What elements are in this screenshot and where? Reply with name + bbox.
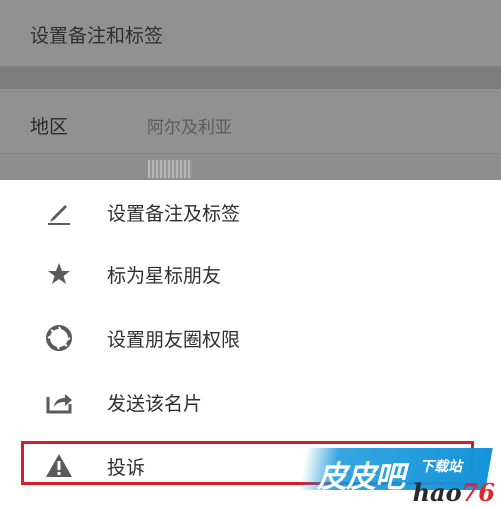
menu-item-moments-permission[interactable]: 设置朋友圈权限 [0, 306, 501, 370]
remark-row: 设置备注和标签 [0, 0, 501, 67]
warning-icon [44, 451, 74, 481]
region-row: 地区 阿尔及利亚 [0, 89, 501, 154]
background-page: 设置备注和标签 地区 阿尔及利亚 [0, 0, 501, 180]
watermark-site-prefix: hao [412, 478, 462, 507]
menu-item-star-friend[interactable]: 标为星标朋友 [0, 242, 501, 306]
menu-item-label: 设置备注及标签 [107, 203, 241, 225]
watermark-site: hao76 [413, 478, 495, 507]
watermark-logo: 皮皮吧 下载站 hao76 [299, 448, 501, 507]
watermark-site-suffix: 76 [461, 478, 495, 507]
watermark-main-text: 皮皮吧 [317, 460, 405, 495]
watermark-sub-text: 下载站 [420, 459, 462, 475]
pencil-icon [44, 197, 74, 227]
menu-item-label: 发送该名片 [107, 393, 203, 415]
menu-item-label: 设置朋友圈权限 [107, 329, 241, 351]
region-value: 阿尔及利亚 [147, 118, 232, 138]
share-icon [44, 387, 74, 417]
menu-item-label: 标为星标朋友 [107, 265, 222, 287]
menu-item-send-card[interactable]: 发送该名片 [0, 370, 501, 434]
thumbnail [148, 160, 192, 178]
section-gap [0, 67, 501, 89]
region-label: 地区 [30, 116, 69, 138]
remark-row-label: 设置备注和标签 [30, 25, 164, 47]
star-icon [44, 259, 74, 289]
menu-item-label: 投诉 [107, 457, 146, 479]
menu-item-set-remark[interactable]: 设置备注及标签 [0, 180, 501, 244]
aperture-icon [44, 323, 74, 353]
